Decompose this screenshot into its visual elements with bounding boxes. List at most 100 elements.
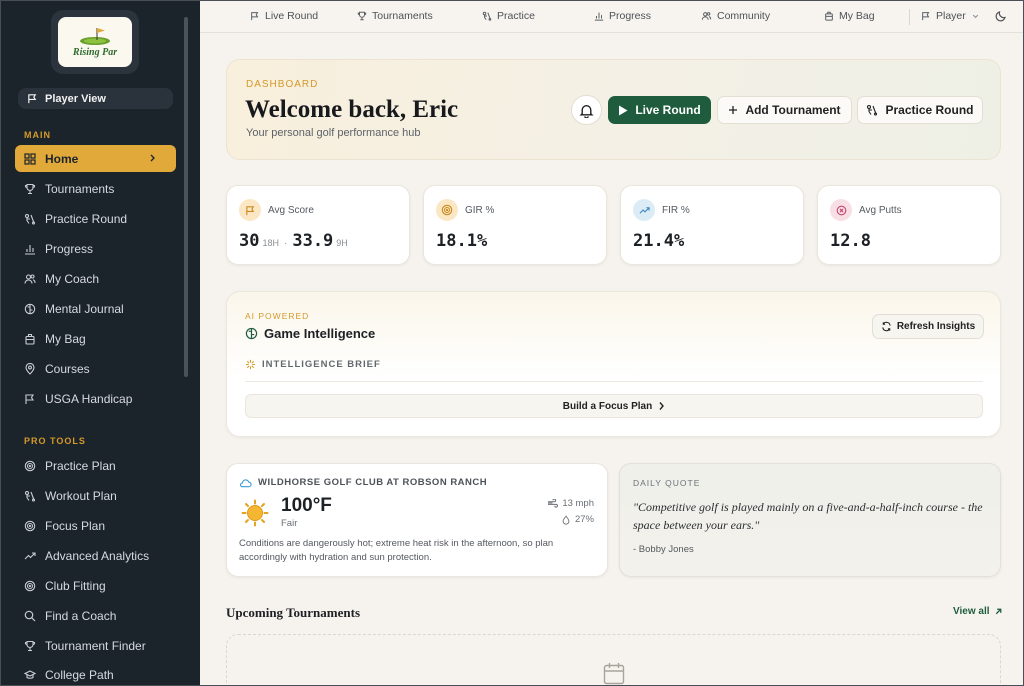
page-title: Welcome back, Eric xyxy=(245,96,459,123)
upcoming-tournaments-heading: Upcoming Tournaments xyxy=(226,605,360,620)
sidebar-item-courses[interactable]: Courses xyxy=(15,355,176,382)
page-subtitle: Your personal golf performance hub xyxy=(246,127,421,139)
role-label: Player xyxy=(936,10,966,22)
topnav-progress[interactable]: Progress xyxy=(594,10,651,22)
sidebar-item-find-a-coach[interactable]: Find a Coach xyxy=(15,602,176,629)
ai-powered-label: AI POWERED xyxy=(245,311,310,321)
daily-quote-card: DAILY QUOTE "Competitive golf is played … xyxy=(619,463,1001,577)
topnav-live-round[interactable]: Live Round xyxy=(250,10,318,22)
sidebar-item-label: College Path xyxy=(45,667,114,682)
sidebar-item-label: Workout Plan xyxy=(45,488,117,503)
practice-round-button[interactable]: Practice Round xyxy=(857,96,983,124)
avg-score-18h: 30 xyxy=(239,231,260,251)
sidebar-item-label: Advanced Analytics xyxy=(45,548,150,563)
wind-icon xyxy=(548,499,559,508)
unit-18h: 18H xyxy=(262,238,279,248)
target-icon xyxy=(441,204,453,216)
section-label-main: MAIN xyxy=(24,130,51,140)
graduation-cap-icon xyxy=(24,669,36,679)
refresh-label: Refresh Insights xyxy=(896,321,976,332)
sidebar-item-club-fitting[interactable]: Club Fitting xyxy=(15,572,176,599)
brain-icon xyxy=(245,327,258,340)
bar-chart-icon xyxy=(594,12,604,21)
sidebar-item-label: Focus Plan xyxy=(45,518,106,533)
flag-icon xyxy=(251,12,259,21)
sidebar-item-label: Home xyxy=(45,151,79,166)
sidebar-item-practice-plan[interactable]: Practice Plan xyxy=(15,452,176,479)
unit-9h: 9H xyxy=(336,238,348,248)
users-icon xyxy=(24,273,36,284)
topnav-practice[interactable]: Practice xyxy=(482,10,535,22)
theme-toggle[interactable] xyxy=(995,10,1012,22)
golf-swing-icon xyxy=(482,11,492,21)
topnav-label: Progress xyxy=(609,10,652,22)
golf-swing-icon xyxy=(24,490,36,502)
topnav-tournaments[interactable]: Tournaments xyxy=(357,10,433,22)
sidebar: Rising Par Player View MAIN Home Tournam… xyxy=(1,1,200,685)
sun-icon xyxy=(241,499,269,527)
sidebar-item-workout-plan[interactable]: Workout Plan xyxy=(15,482,176,509)
weather-card: WILDHORSE GOLF CLUB AT ROBSON RANCH 100°… xyxy=(226,463,608,577)
quote-text: "Competitive golf is played mainly on a … xyxy=(633,500,983,532)
brain-icon xyxy=(24,303,36,314)
player-view-label: Player View xyxy=(45,92,106,105)
sidebar-item-advanced-analytics[interactable]: Advanced Analytics xyxy=(15,542,176,569)
stat-label: Avg Putts xyxy=(859,205,902,216)
topnav-label: Practice xyxy=(497,10,535,22)
topnav-label: Community xyxy=(717,10,771,22)
stat-card-avg-score[interactable]: Avg Score 30 18H · 33.9 9H xyxy=(226,185,410,265)
plus-icon xyxy=(729,106,738,114)
target-icon xyxy=(24,460,36,471)
chevron-right-icon xyxy=(150,154,155,162)
add-tournament-button[interactable]: Add Tournament xyxy=(717,96,852,124)
sidebar-item-label: Club Fitting xyxy=(45,578,106,593)
stat-icon-badge xyxy=(239,199,261,221)
sidebar-item-label: Tournaments xyxy=(45,181,115,196)
logo[interactable]: Rising Par xyxy=(51,10,139,74)
upcoming-tournaments-empty xyxy=(226,634,1001,685)
sidebar-item-progress[interactable]: Progress xyxy=(15,235,176,262)
crosshair-icon xyxy=(836,205,846,215)
target-icon xyxy=(24,580,36,591)
sidebar-item-label: Practice Plan xyxy=(45,458,116,473)
trending-up-icon xyxy=(639,206,650,214)
refresh-insights-button[interactable]: Refresh Insights xyxy=(872,314,984,339)
stat-card-avg-putts[interactable]: Avg Putts 12.8 xyxy=(817,185,1001,265)
view-all-link[interactable]: View all xyxy=(953,606,1003,617)
focus-plan-label: Build a Focus Plan xyxy=(562,400,653,412)
sidebar-item-my-coach[interactable]: My Coach xyxy=(15,265,176,292)
separator: · xyxy=(284,238,288,249)
sidebar-item-practice-round[interactable]: Practice Round xyxy=(15,205,176,232)
stat-icon-badge xyxy=(436,199,458,221)
logo-text: Rising Par xyxy=(72,47,118,58)
sidebar-item-college-path[interactable]: College Path xyxy=(15,661,176,685)
flag-icon xyxy=(25,393,34,404)
player-view-toggle[interactable]: Player View xyxy=(18,88,173,109)
stat-card-fir[interactable]: FIR % 21.4% xyxy=(620,185,804,265)
ai-title-text: Game Intelligence xyxy=(264,326,376,341)
sidebar-scrollbar[interactable] xyxy=(184,17,188,377)
sidebar-item-mental-journal[interactable]: Mental Journal xyxy=(15,295,176,322)
sidebar-item-home[interactable]: Home xyxy=(15,145,176,172)
sidebar-item-tournaments[interactable]: Tournaments xyxy=(15,175,176,202)
notifications-button[interactable] xyxy=(571,95,602,125)
bar-chart-icon xyxy=(25,244,35,255)
topnav-my-bag[interactable]: My Bag xyxy=(824,10,875,22)
sidebar-item-label: Mental Journal xyxy=(45,301,124,316)
sidebar-item-label: Find a Coach xyxy=(45,608,117,623)
sidebar-item-label: My Coach xyxy=(45,271,100,286)
role-switcher[interactable]: Player xyxy=(921,10,985,22)
topnav-community[interactable]: Community xyxy=(701,10,770,22)
golf-swing-icon xyxy=(867,104,878,116)
droplet-icon xyxy=(562,515,570,525)
sidebar-item-tournament-finder[interactable]: Tournament Finder xyxy=(15,632,176,659)
stat-card-gir[interactable]: GIR % 18.1% xyxy=(423,185,607,265)
sidebar-item-usga-handicap[interactable]: USGA Handicap xyxy=(15,385,176,412)
sidebar-item-label: My Bag xyxy=(45,331,86,346)
logo-badge: Rising Par xyxy=(58,17,132,67)
refresh-icon xyxy=(882,321,891,332)
live-round-button[interactable]: Live Round xyxy=(608,96,711,124)
build-focus-plan-button[interactable]: Build a Focus Plan xyxy=(245,394,983,418)
sidebar-item-my-bag[interactable]: My Bag xyxy=(15,325,176,352)
sidebar-item-focus-plan[interactable]: Focus Plan xyxy=(15,512,176,539)
